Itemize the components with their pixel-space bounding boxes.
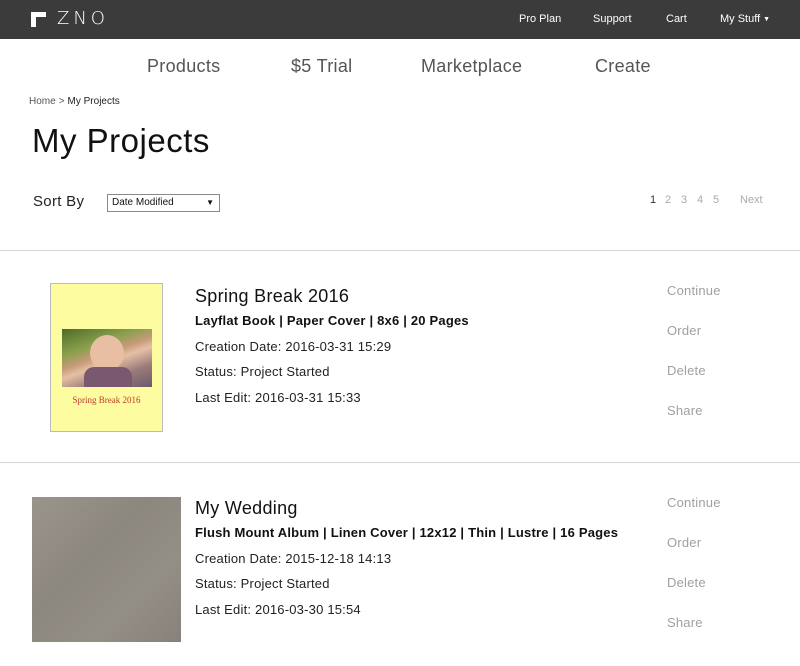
page-link-2[interactable]: 2 xyxy=(665,194,671,207)
delete-button[interactable]: Delete xyxy=(667,363,706,379)
dropdown-arrow-icon: ▼ xyxy=(206,198,214,207)
page-next[interactable]: Next xyxy=(740,194,763,207)
sort-select[interactable]: Date Modified ▼ xyxy=(107,194,220,212)
project-creation-date: Creation Date: 2016-03-31 15:29 xyxy=(195,339,392,354)
project-last-edit: Last Edit: 2016-03-30 15:54 xyxy=(195,602,361,617)
nav-my-stuff-label: My Stuff xyxy=(720,13,761,25)
page-link-3[interactable]: 3 xyxy=(681,194,687,207)
project-spec: Flush Mount Album | Linen Cover | 12x12 … xyxy=(195,525,619,540)
breadcrumb-separator: > xyxy=(58,96,65,107)
mainnav-marketplace[interactable]: Marketplace xyxy=(421,54,522,78)
share-button[interactable]: Share xyxy=(667,403,703,419)
page-link-1[interactable]: 1 xyxy=(650,194,656,207)
nav-pro-plan[interactable]: Pro Plan xyxy=(519,0,561,39)
project-cover-photo xyxy=(62,329,152,387)
breadcrumb-home[interactable]: Home xyxy=(29,96,56,107)
project-last-edit: Last Edit: 2016-03-31 15:33 xyxy=(195,390,361,405)
project-cover-caption: Spring Break 2016 xyxy=(72,395,141,405)
share-button[interactable]: Share xyxy=(667,615,703,631)
top-bar: ZNO Pro Plan Support Cart My Stuff ▼ xyxy=(0,0,800,39)
logo-text: ZNO xyxy=(57,8,109,29)
page-link-5[interactable]: 5 xyxy=(713,194,719,207)
caret-down-icon: ▼ xyxy=(763,16,771,23)
mainnav-products[interactable]: Products xyxy=(147,54,220,78)
sort-by-label: Sort By xyxy=(33,193,85,210)
page-title: My Projects xyxy=(32,122,210,159)
page-link-4[interactable]: 4 xyxy=(697,194,703,207)
project-title[interactable]: My Wedding xyxy=(195,497,298,519)
breadcrumb: Home > My Projects xyxy=(29,95,120,109)
breadcrumb-current: My Projects xyxy=(67,96,120,107)
divider xyxy=(0,250,800,251)
nav-cart[interactable]: Cart xyxy=(666,0,687,39)
project-spec: Layflat Book | Paper Cover | 8x6 | 20 Pa… xyxy=(195,313,469,328)
mainnav-trial[interactable]: $5 Trial xyxy=(291,54,352,78)
delete-button[interactable]: Delete xyxy=(667,575,706,591)
project-title[interactable]: Spring Break 2016 xyxy=(195,285,349,307)
project-status: Status: Project Started xyxy=(195,364,330,379)
project-status: Status: Project Started xyxy=(195,576,330,591)
project-thumbnail[interactable]: Spring Break 2016 xyxy=(50,283,163,432)
nav-my-stuff[interactable]: My Stuff ▼ xyxy=(720,0,770,39)
order-button[interactable]: Order xyxy=(667,323,701,339)
zno-logo-icon xyxy=(31,11,46,27)
project-creation-date: Creation Date: 2015-12-18 14:13 xyxy=(195,551,392,566)
divider xyxy=(0,462,800,463)
nav-support[interactable]: Support xyxy=(593,0,632,39)
continue-button[interactable]: Continue xyxy=(667,495,721,511)
logo[interactable]: ZNO xyxy=(31,10,109,28)
sort-select-value: Date Modified xyxy=(112,197,174,208)
project-thumbnail[interactable] xyxy=(32,497,181,642)
mainnav-create[interactable]: Create xyxy=(595,54,651,78)
continue-button[interactable]: Continue xyxy=(667,283,721,299)
order-button[interactable]: Order xyxy=(667,535,701,551)
